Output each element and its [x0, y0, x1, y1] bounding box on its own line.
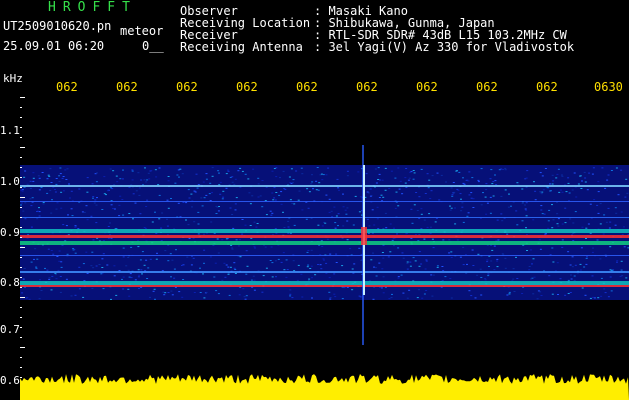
status-flag: 0__ — [142, 39, 164, 53]
x-tick-label: 062 — [116, 80, 138, 94]
meteor-label: meteor — [120, 24, 164, 38]
y-tick-label: 1.1 — [0, 124, 20, 137]
x-tick-label: 0630 — [594, 80, 623, 94]
y-tick-label: 0.8 — [0, 276, 20, 289]
x-tick-label: 062 — [176, 80, 198, 94]
x-tick-label: 062 — [416, 80, 438, 94]
spectrogram-plot — [20, 95, 629, 400]
y-tick-label: 0.6 — [0, 374, 20, 387]
x-tick-label: 062 — [536, 80, 558, 94]
x-tick-label: 062 — [56, 80, 78, 94]
antenna-label: Receiving Antenna — [180, 40, 303, 54]
x-tick-label: 062 — [476, 80, 498, 94]
file-name: UT2509010620.pn — [3, 19, 112, 33]
y-axis-unit: kHz — [3, 72, 23, 85]
x-tick-label: 062 — [296, 80, 318, 94]
app-title: HROFFT — [48, 0, 137, 15]
timestamp: 25.09.01 06:20 — [3, 39, 105, 53]
x-tick-label: 062 — [236, 80, 258, 94]
y-tick-label: 0.7 — [0, 323, 20, 336]
y-tick-label: 0.9 — [0, 226, 20, 239]
antenna-value: : 3el Yagi(V) Az 330 for Vladivostok — [314, 40, 575, 54]
x-tick-label: 062 — [356, 80, 378, 94]
y-tick-label: 1.0 — [0, 175, 20, 188]
